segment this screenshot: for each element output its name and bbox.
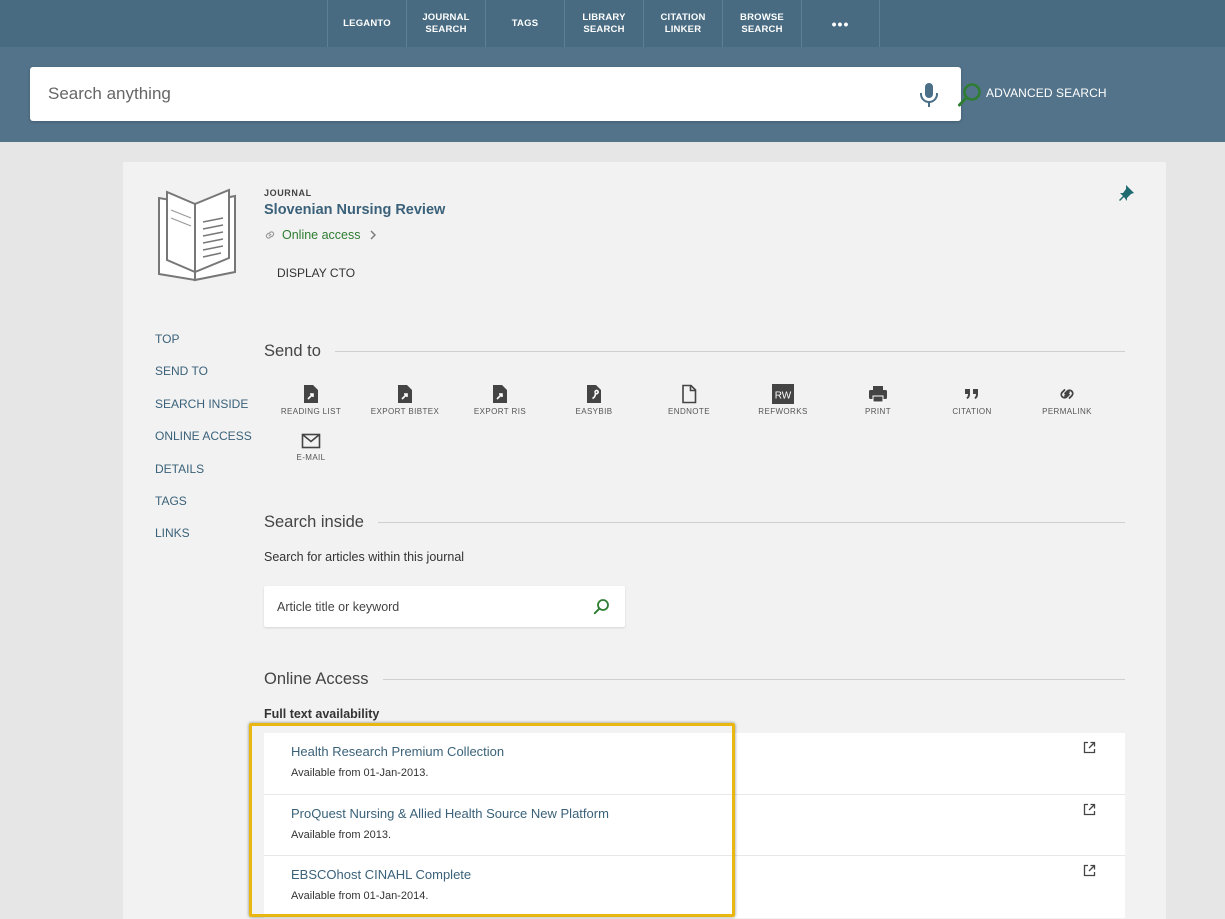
chevron-right-icon xyxy=(370,230,376,240)
search-inside-box xyxy=(264,586,625,627)
permalink-label: PERMALINK xyxy=(1042,407,1092,416)
journal-book-icon xyxy=(158,188,236,282)
link-icon xyxy=(265,231,275,239)
reading-list-label: READING LIST xyxy=(280,407,342,416)
send-citation-button[interactable]: CITATION xyxy=(925,384,1019,416)
online-access-link[interactable]: Online access xyxy=(264,228,377,242)
full-text-availability-label: Full text availability xyxy=(264,707,380,721)
top-navigation-bar: LEGANTO JOURNAL SEARCH TAGS LIBRARY SEAR… xyxy=(0,0,1225,47)
citation-icon xyxy=(965,389,978,399)
source-availability: Available from 01-Jan-2014. xyxy=(291,890,429,902)
online-access-header: Online Access xyxy=(264,670,1125,689)
search-input[interactable] xyxy=(30,67,870,121)
nav-journal-search[interactable]: JOURNAL SEARCH xyxy=(406,0,485,47)
online-access-label: Online access xyxy=(282,228,361,242)
print-label: PRINT xyxy=(865,407,891,416)
nav-items: LEGANTO JOURNAL SEARCH TAGS LIBRARY SEAR… xyxy=(327,0,880,47)
external-link-icon[interactable] xyxy=(1083,864,1096,877)
sidenav-tags[interactable]: TAGS xyxy=(155,494,252,526)
source-name[interactable]: Health Research Premium Collection xyxy=(291,744,1125,759)
email-label: E-MAIL xyxy=(296,453,326,462)
record-panel: JOURNAL Slovenian Nursing Review Online … xyxy=(123,162,1166,919)
send-easybib-button[interactable]: EASYBIB xyxy=(547,384,641,416)
send-print-button[interactable]: PRINT xyxy=(831,384,925,416)
send-to-header: Send to xyxy=(264,342,1125,361)
send-endnote-button[interactable]: ENDNOTE xyxy=(642,384,736,416)
sidenav-search-inside[interactable]: SEARCH INSIDE xyxy=(155,397,252,429)
print-icon xyxy=(869,386,887,403)
source-availability: Available from 01-Jan-2013. xyxy=(291,767,429,779)
external-link-icon[interactable] xyxy=(1083,741,1096,754)
endnote-icon xyxy=(682,384,697,404)
source-availability: Available from 2013. xyxy=(291,828,392,841)
send-export-bibtex-button[interactable]: EXPORT BIBTEX xyxy=(358,384,452,416)
external-link-icon[interactable] xyxy=(1083,803,1096,816)
display-cto-button[interactable]: DISPLAY CTO xyxy=(277,266,355,280)
search-inside-description: Search for articles within this journal xyxy=(264,550,465,564)
nav-leganto[interactable]: LEGANTO xyxy=(327,0,406,47)
record-type: JOURNAL xyxy=(264,188,312,198)
sidenav-links[interactable]: LINKS xyxy=(155,526,252,558)
article-search-icon[interactable] xyxy=(593,598,610,615)
search-inside-header: Search inside xyxy=(264,513,1125,532)
endnote-label: ENDNOTE xyxy=(668,407,710,416)
microphone-icon[interactable] xyxy=(917,81,941,109)
section-side-nav: TOP SEND TO SEARCH INSIDE ONLINE ACCESS … xyxy=(155,332,252,559)
send-refworks-button[interactable]: RW REFWORKS xyxy=(736,384,830,416)
record-title[interactable]: Slovenian Nursing Review xyxy=(264,202,445,218)
send-reading-list-button[interactable]: READING LIST xyxy=(264,384,358,416)
section-divider xyxy=(377,522,1125,523)
nav-more-button[interactable]: ••• xyxy=(801,0,880,47)
refworks-label: REFWORKS xyxy=(758,407,808,416)
svg-text:RW: RW xyxy=(775,391,792,402)
send-to-title: Send to xyxy=(264,342,321,360)
search-band: ADVANCED SEARCH xyxy=(0,47,1225,142)
send-export-ris-button[interactable]: EXPORT RIS xyxy=(453,384,547,416)
easybib-label: EASYBIB xyxy=(575,407,613,416)
sidenav-send-to[interactable]: SEND TO xyxy=(155,364,252,396)
search-box xyxy=(30,67,981,121)
refworks-icon: RW xyxy=(772,384,794,404)
easybib-icon xyxy=(587,385,601,403)
source-name[interactable]: ProQuest Nursing & Allied Health Source … xyxy=(291,806,1125,821)
availability-item[interactable]: EBSCOhost CINAHL Complete Available from… xyxy=(264,856,1125,918)
send-permalink-button[interactable]: PERMALINK xyxy=(1020,384,1114,416)
export-ris-label: EXPORT RIS xyxy=(473,407,527,416)
availability-item[interactable]: Health Research Premium Collection Avail… xyxy=(264,733,1125,795)
source-name[interactable]: EBSCOhost CINAHL Complete xyxy=(291,867,1125,882)
nav-library-search[interactable]: LIBRARY SEARCH xyxy=(564,0,643,47)
sidenav-top[interactable]: TOP xyxy=(155,332,252,364)
reading-list-icon xyxy=(304,385,318,403)
sidenav-online-access[interactable]: ONLINE ACCESS xyxy=(155,429,252,461)
section-divider xyxy=(382,679,1125,680)
nav-tags[interactable]: TAGS xyxy=(485,0,564,47)
email-icon xyxy=(301,433,321,449)
section-divider xyxy=(334,351,1125,352)
search-icon[interactable] xyxy=(957,82,983,108)
availability-item[interactable]: ProQuest Nursing & Allied Health Source … xyxy=(264,795,1125,856)
export-bibtex-label: EXPORT BIBTEX xyxy=(370,407,440,416)
advanced-search-link[interactable]: ADVANCED SEARCH xyxy=(986,86,1107,100)
export-ris-icon xyxy=(493,385,507,403)
citation-label: CITATION xyxy=(952,407,992,416)
sidenav-details[interactable]: DETAILS xyxy=(155,462,252,494)
availability-list: Health Research Premium Collection Avail… xyxy=(264,733,1125,918)
article-search-input[interactable] xyxy=(264,586,584,627)
export-bibtex-icon xyxy=(398,385,412,403)
nav-citation-linker[interactable]: CITATION LINKER xyxy=(643,0,722,47)
send-email-button[interactable]: E-MAIL xyxy=(264,432,358,462)
search-inside-title: Search inside xyxy=(264,513,364,531)
online-access-title: Online Access xyxy=(264,670,369,688)
pin-icon[interactable] xyxy=(1119,184,1135,202)
permalink-icon xyxy=(1060,389,1074,399)
nav-browse-search[interactable]: BROWSE SEARCH xyxy=(722,0,801,47)
